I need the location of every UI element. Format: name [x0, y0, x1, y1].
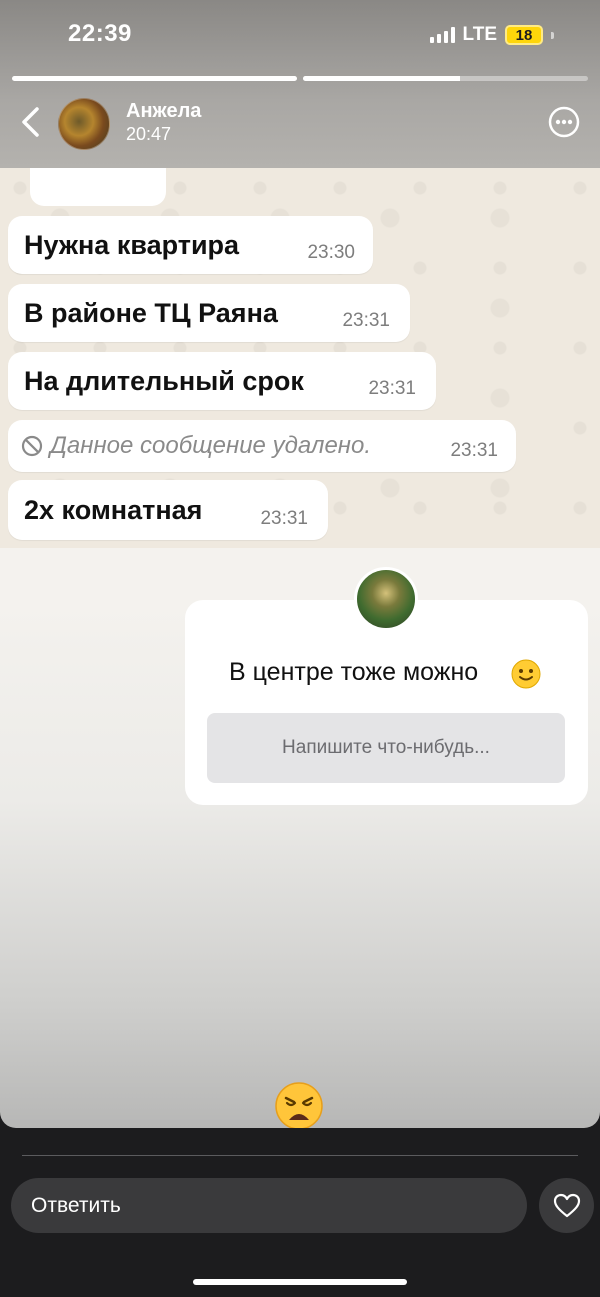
- chat-bubble: На длительный срок 23:31: [8, 352, 436, 410]
- chat-bubble: В районе ТЦ Раяна 23:31: [8, 284, 410, 342]
- sticker-avatar: [354, 567, 418, 631]
- ban-icon: [21, 435, 43, 457]
- chat-bubble: 2х комнатная 23:31: [8, 480, 328, 540]
- status-time: 22:39: [68, 20, 132, 47]
- story-card[interactable]: Нужна квартира 23:30 В районе ТЦ Раяна 2…: [0, 0, 600, 1128]
- like-button[interactable]: [539, 1178, 594, 1233]
- chat-bubble-deleted: Данное сообщение удалено. 23:31: [8, 420, 516, 472]
- smile-icon: [511, 659, 541, 689]
- post-time: 20:47: [126, 124, 172, 144]
- story-progress-segment: [303, 76, 588, 81]
- heart-icon: [553, 1193, 580, 1217]
- partial-bubble: [30, 168, 166, 206]
- chat-message-text: Нужна квартира: [24, 229, 240, 260]
- segment-fill: [12, 76, 297, 81]
- sticker-answer-input[interactable]: Напишите что-нибудь...: [207, 713, 565, 783]
- chat-message-time: 23:31: [260, 508, 308, 529]
- chat-bubble: Нужна квартира 23:30: [8, 216, 373, 274]
- battery-icon: 18: [505, 25, 543, 45]
- chat-message-time: 23:31: [368, 378, 416, 399]
- battery-tip: [551, 31, 554, 39]
- chat-message-text: В районе ТЦ Раяна: [24, 297, 278, 328]
- network-type: LTE: [462, 24, 497, 45]
- reply-input[interactable]: Ответить: [11, 1178, 527, 1233]
- chat-message-time: 23:31: [450, 440, 498, 461]
- battery-level: 18: [515, 26, 533, 44]
- chat-message-time: 23:31: [342, 310, 390, 331]
- chat-message-text: На длительный срок: [24, 365, 304, 396]
- chat-message-text: 2х комнатная: [24, 494, 203, 525]
- user-name[interactable]: Анжела: [126, 100, 201, 123]
- chat-message-time: 23:30: [307, 242, 355, 263]
- back-icon[interactable]: [18, 106, 44, 138]
- more-icon[interactable]: [548, 106, 580, 138]
- chat-message-text: Данное сообщение удалено.: [50, 432, 372, 459]
- reply-placeholder: Ответить: [31, 1193, 121, 1217]
- story-screen: Нужна квартира 23:30 В районе ТЦ Раяна 2…: [0, 0, 600, 1297]
- home-indicator: [193, 1279, 407, 1285]
- cellular-signal-icon: [429, 27, 455, 43]
- status-indicators: LTE 18: [429, 24, 554, 46]
- sticker-question: В центре тоже можно: [229, 658, 479, 686]
- segment-fill: [303, 76, 460, 81]
- divider: [22, 1155, 578, 1156]
- avatar[interactable]: [58, 98, 110, 150]
- story-progress-bar: [12, 76, 588, 81]
- weary-face-icon: [275, 1082, 323, 1128]
- story-progress-segment: [12, 76, 297, 81]
